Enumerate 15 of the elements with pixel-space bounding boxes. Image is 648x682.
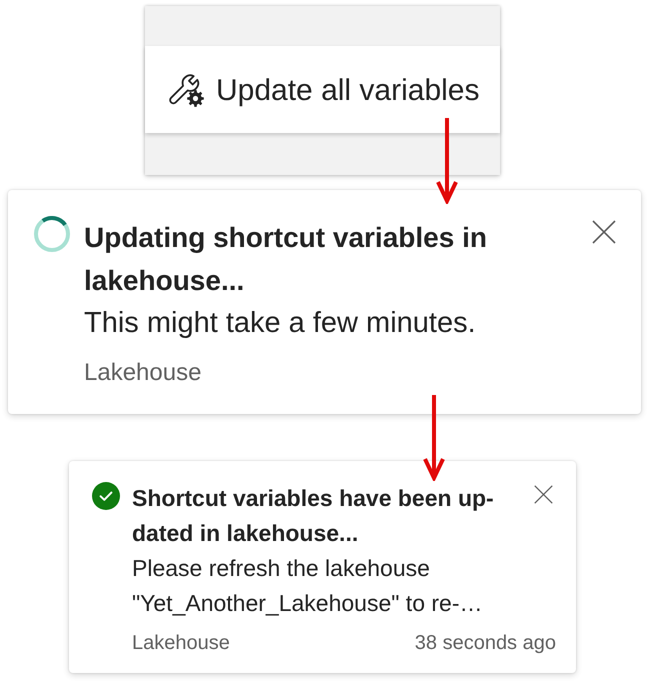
close-icon — [592, 220, 616, 244]
loading-spinner-icon — [34, 216, 70, 252]
close-button[interactable] — [592, 220, 616, 244]
notification-message: Please refresh the lakehouse "Yet_Another_Lakehouse" to re-… — [132, 554, 484, 618]
notification-title: Updating shortcut variables in lakehouse... — [84, 221, 488, 298]
success-check-icon — [92, 482, 120, 510]
menu-item[interactable]: Update all variables — [145, 46, 500, 133]
notification-source: Lakehouse — [84, 358, 202, 388]
notification-message: This might take a few minutes. — [84, 306, 477, 341]
close-button[interactable] — [534, 485, 553, 504]
close-icon — [534, 485, 553, 504]
notification-source: Lakehouse — [132, 631, 230, 656]
notification-time: 38 seconds ago — [414, 631, 556, 656]
wrench-gear-icon — [167, 74, 205, 107]
notification-title: Shortcut variables have been up-dated in lakehouse... — [132, 484, 495, 548]
